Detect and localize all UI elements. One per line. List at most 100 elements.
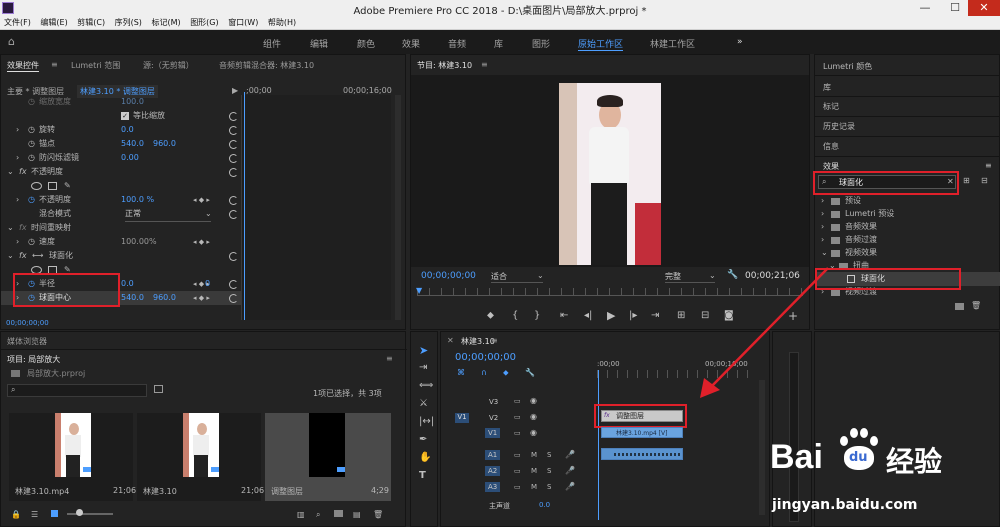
- workspace-assembly[interactable]: 组件: [263, 37, 281, 50]
- tab-effect-controls[interactable]: 效果控件: [7, 60, 39, 72]
- reset-icon[interactable]: [229, 112, 238, 121]
- marker-icon[interactable]: ⬥: [487, 310, 494, 321]
- menu-window[interactable]: 窗口(W): [228, 17, 258, 29]
- expand-chevron-icon[interactable]: ⌄: [7, 165, 14, 179]
- video-viewport[interactable]: [411, 75, 809, 267]
- tab-audio-mixer[interactable]: 音频剪辑混合器: 林建3.10: [219, 60, 314, 71]
- transform-icon[interactable]: ⟷: [32, 249, 43, 263]
- track-select-tool-icon[interactable]: ⇥: [419, 362, 427, 373]
- new-search-bin-icon[interactable]: [154, 385, 163, 393]
- reset-icon[interactable]: [229, 140, 238, 149]
- effect-controls-timecode[interactable]: 00;00;00;00: [6, 319, 49, 327]
- lock-icon[interactable]: 🔒: [11, 510, 21, 519]
- fx-icon[interactable]: fx: [19, 165, 27, 179]
- menu-sequence[interactable]: 序列(S): [115, 17, 142, 29]
- close-button[interactable]: ✕: [968, 0, 1000, 16]
- keyframe-nav-icon[interactable]: ◂ ◆ ▸: [193, 235, 210, 249]
- uniform-scale-checkbox[interactable]: ✓: [121, 112, 129, 120]
- reset-icon[interactable]: [229, 252, 238, 261]
- program-title[interactable]: 节目: 林建3.10: [417, 60, 472, 71]
- mark-out-icon[interactable]: }: [534, 310, 540, 321]
- sync-lock-icon[interactable]: ▭: [514, 467, 521, 475]
- fit-select[interactable]: 适合: [491, 271, 543, 283]
- stopwatch-icon[interactable]: ◷: [28, 123, 35, 137]
- mute-button[interactable]: M: [531, 483, 537, 491]
- clip-video[interactable]: 林建3.10.mp4 [V]: [601, 427, 683, 438]
- tree-presets[interactable]: › 预设: [815, 194, 1000, 208]
- scrollbar[interactable]: [395, 95, 401, 320]
- sync-lock-icon[interactable]: ▭: [514, 451, 521, 459]
- tree-video-effects[interactable]: ⌄ 视频效果: [815, 246, 1000, 260]
- sync-lock-icon[interactable]: ▭: [514, 413, 521, 421]
- add-marker-icon[interactable]: ⬥: [503, 368, 509, 378]
- workspace-audio[interactable]: 音频: [448, 37, 466, 50]
- go-to-out-icon[interactable]: ⇥: [651, 310, 659, 321]
- menu-graphics[interactable]: 图形(G): [190, 17, 218, 29]
- new-folder-icon[interactable]: [955, 303, 964, 310]
- expand-chevron-icon[interactable]: ⌄: [7, 221, 14, 235]
- microphone-icon[interactable]: 🎤: [565, 450, 575, 459]
- expand-chevron-icon[interactable]: ›: [16, 151, 19, 165]
- program-playhead[interactable]: ▼: [416, 286, 422, 295]
- workspace-editing[interactable]: 编辑: [310, 37, 328, 50]
- track-master[interactable]: 主声道 0.0: [441, 498, 601, 513]
- minimize-button[interactable]: —: [910, 0, 940, 16]
- chevron-down-icon[interactable]: ⌄: [205, 207, 212, 221]
- list-view-icon[interactable]: ☰: [31, 510, 38, 519]
- reset-icon[interactable]: [229, 154, 238, 163]
- microphone-icon[interactable]: 🎤: [565, 482, 575, 491]
- ripple-edit-tool-icon[interactable]: ⟺: [419, 380, 433, 391]
- reset-icon[interactable]: [229, 168, 238, 177]
- keyframe-nav-icon[interactable]: ◂ ◆ ▸: [193, 193, 210, 207]
- project-title[interactable]: 项目: 局部放大: [7, 354, 60, 365]
- hand-tool-icon[interactable]: ✋: [419, 452, 431, 463]
- workspace-color[interactable]: 颜色: [357, 37, 375, 50]
- track-a1[interactable]: A1 ▭ M S 🎤: [441, 448, 601, 463]
- sync-lock-icon[interactable]: ▭: [514, 483, 521, 491]
- menu-help[interactable]: 帮助(H): [268, 17, 296, 29]
- panel-history[interactable]: 历史记录: [823, 121, 855, 132]
- sync-lock-icon[interactable]: ▭: [514, 397, 521, 405]
- media-browser-tab[interactable]: 媒体浏览器: [7, 336, 47, 347]
- source-patch-v1[interactable]: V1: [455, 413, 469, 423]
- tree-audio-transitions[interactable]: › 音频过渡: [815, 233, 1000, 247]
- mute-button[interactable]: M: [531, 451, 537, 459]
- effects-panel-menu[interactable]: ≡: [985, 161, 992, 170]
- zoom-slider-handle[interactable]: [76, 509, 83, 516]
- project-menu[interactable]: ≡: [386, 354, 393, 363]
- stopwatch-icon[interactable]: ◷: [28, 137, 35, 151]
- workspace-original[interactable]: 原始工作区: [578, 37, 624, 51]
- expand-chevron-icon[interactable]: ›: [16, 235, 19, 249]
- solo-button[interactable]: S: [547, 467, 551, 475]
- track-v3[interactable]: V3 ▭ ◉: [441, 394, 601, 409]
- timeline-close-icon[interactable]: ✕: [447, 336, 454, 345]
- chevron-down-icon[interactable]: ⌄: [537, 271, 544, 280]
- blend-mode-select[interactable]: 正常: [125, 207, 211, 222]
- stopwatch-icon[interactable]: ◷: [28, 235, 35, 249]
- program-timecode[interactable]: 00;00;00;00: [421, 271, 476, 281]
- track-v2[interactable]: V1 V2 ▭ ◉: [441, 410, 601, 425]
- workspace-more[interactable]: »: [737, 37, 743, 47]
- zoom-slider[interactable]: [67, 513, 113, 515]
- mute-button[interactable]: M: [531, 467, 537, 475]
- automate-icon[interactable]: ▥: [297, 510, 305, 519]
- workspace-effects[interactable]: 效果: [402, 37, 420, 50]
- track-a3[interactable]: A3 ▭ M S 🎤: [441, 480, 601, 495]
- menu-edit[interactable]: 编辑(E): [40, 17, 67, 29]
- tree-lumetri-presets[interactable]: › Lumetri 预设: [815, 207, 1000, 221]
- home-icon[interactable]: ⌂: [8, 35, 15, 48]
- panel-info[interactable]: 信息: [823, 141, 839, 152]
- solo-button[interactable]: S: [547, 483, 551, 491]
- go-to-in-icon[interactable]: ⇤: [560, 310, 568, 321]
- new-bin-icon[interactable]: [334, 510, 343, 517]
- step-forward-icon[interactable]: |▸: [629, 310, 637, 321]
- fx-icon[interactable]: fx: [19, 249, 27, 263]
- expand-chevron-icon[interactable]: ›: [16, 193, 19, 207]
- workspace-custom[interactable]: 林建工作区: [650, 37, 695, 50]
- linked-selection-icon[interactable]: ∩: [481, 368, 487, 377]
- microphone-icon[interactable]: 🎤: [565, 466, 575, 475]
- timeline-title[interactable]: 林建3.10: [461, 336, 495, 347]
- pen-mask-icon[interactable]: ✎: [64, 179, 71, 193]
- stopwatch-icon[interactable]: ◷: [28, 151, 35, 165]
- tab-source[interactable]: 源:（无剪辑）: [143, 60, 194, 71]
